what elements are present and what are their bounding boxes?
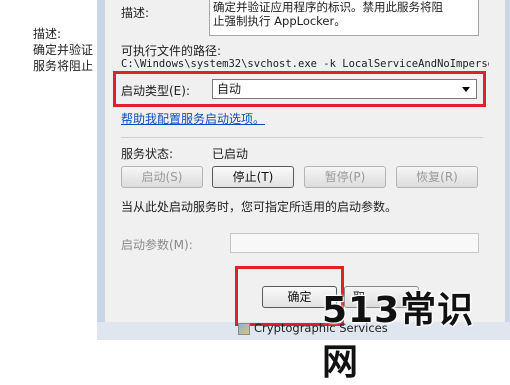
description-label: 描述: bbox=[121, 6, 150, 20]
watermark: 513常识网 bbox=[322, 290, 475, 383]
description-line-2: 止强制执行 AppLocker。 bbox=[213, 14, 346, 28]
start-params-hint: 当从此处启动服务时，您可指定所适用的启动参数。 bbox=[121, 200, 398, 214]
service-status-label: 服务状态: bbox=[121, 147, 174, 161]
separator bbox=[121, 137, 483, 138]
executable-path: C:\Windows\system32\svchost.exe -k Local… bbox=[121, 58, 489, 70]
service-status-value: 已启动 bbox=[212, 147, 249, 161]
background-description-label: 描述: bbox=[33, 27, 62, 41]
service-icon bbox=[238, 323, 250, 335]
help-configure-link[interactable]: 帮助我配置服务启动选项。 bbox=[121, 110, 265, 127]
stop-button[interactable]: 停止(T) bbox=[212, 166, 294, 188]
highlight-box-startup-type bbox=[113, 71, 486, 107]
background-description-line: 服务将阻止 bbox=[33, 59, 94, 73]
background-description-line: 确定并验证 bbox=[33, 43, 94, 57]
start-params-label: 启动参数(M): bbox=[121, 238, 193, 252]
start-params-input[interactable] bbox=[230, 233, 479, 253]
description-line-1: 确定并验证应用程序的标识。禁用此服务将阻 bbox=[213, 0, 443, 14]
description-textbox[interactable]: 确定并验证应用程序的标识。禁用此服务将阻 止强制执行 AppLocker。 bbox=[209, 0, 479, 36]
path-label: 可执行文件的路径: bbox=[121, 44, 222, 58]
resume-button[interactable]: 恢复(R) bbox=[396, 166, 478, 188]
pause-button[interactable]: 暂停(P) bbox=[304, 166, 386, 188]
start-button[interactable]: 启动(S) bbox=[121, 166, 203, 188]
